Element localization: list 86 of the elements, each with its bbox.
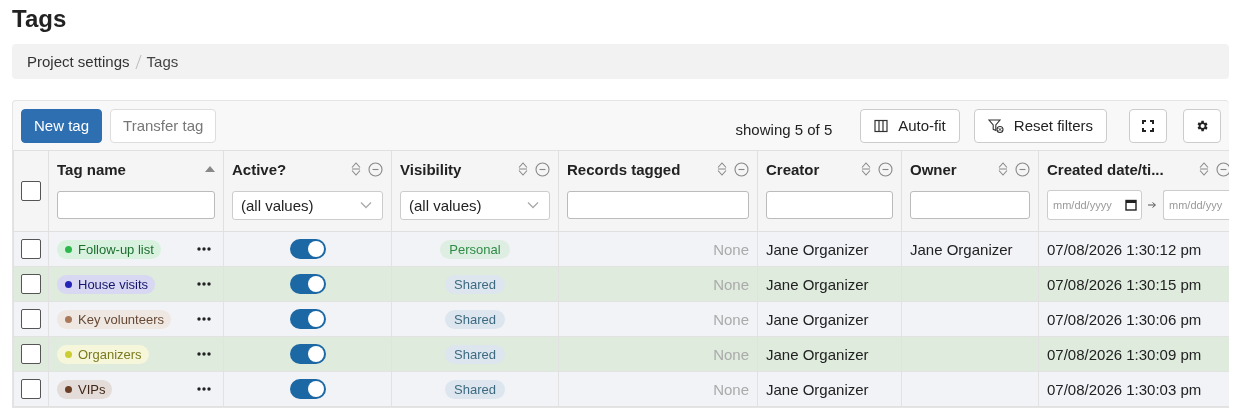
breadcrumb-link[interactable]: Project settings — [27, 53, 130, 70]
tag-chip[interactable]: Follow-up list — [57, 239, 161, 259]
visibility-badge: Shared — [445, 344, 505, 364]
page-title: Tags — [11, 4, 68, 34]
calendar-icon[interactable] — [1125, 199, 1137, 211]
table-cell: None — [713, 345, 749, 363]
sort-icon[interactable] — [1197, 161, 1210, 177]
row-count: showing 5 of 5 — [735, 121, 833, 138]
column-header[interactable]: Owner — [910, 160, 991, 178]
more-icon[interactable] — [197, 387, 211, 391]
hide-column-icon[interactable] — [1015, 161, 1030, 177]
more-icon[interactable] — [197, 352, 211, 356]
table-cell: Jane Organizer — [766, 380, 869, 398]
hide-column-icon[interactable] — [1215, 161, 1229, 177]
more-icon[interactable] — [197, 247, 211, 251]
secondary-button[interactable]: Transfer tag — [110, 108, 217, 143]
sort-ascending-icon[interactable] — [205, 166, 215, 172]
column-header[interactable]: Active? — [232, 160, 344, 178]
active-toggle[interactable] — [289, 379, 326, 399]
filter-field[interactable] — [766, 191, 893, 219]
primary-button[interactable]: New tag — [21, 108, 103, 143]
table-cell: 07/08/2026 1:30:06 pm — [1047, 310, 1202, 328]
chevron-down-icon — [360, 201, 372, 209]
table-cell: Jane Organizer — [766, 345, 869, 363]
filter-field[interactable] — [57, 191, 215, 219]
tag-chip[interactable]: Key volunteers — [57, 309, 171, 329]
active-toggle[interactable] — [289, 309, 326, 329]
table-cell: None — [713, 380, 749, 398]
visibility-badge: Shared — [445, 379, 505, 399]
table-cell: 07/08/2026 1:30:03 pm — [1047, 380, 1202, 398]
more-icon[interactable] — [197, 282, 211, 286]
settings-icon — [1195, 118, 1209, 133]
sort-icon[interactable] — [517, 161, 529, 177]
filter-field[interactable] — [910, 191, 1030, 219]
row-checkbox[interactable] — [21, 274, 41, 294]
reset-filters-button[interactable]: Reset filters — [973, 108, 1107, 143]
sort-icon[interactable] — [860, 161, 872, 177]
column-header[interactable]: Records tagged — [567, 160, 710, 178]
table-cell: Jane Organizer — [910, 240, 1013, 258]
visibility-badge: Personal — [440, 239, 510, 259]
table-cell: Jane Organizer — [766, 275, 869, 293]
column-header[interactable]: Tag name — [57, 160, 199, 178]
table-cell: None — [713, 310, 749, 328]
sort-icon[interactable] — [716, 161, 728, 177]
column-header[interactable]: Creator — [766, 160, 854, 178]
visibility-badge: Shared — [445, 274, 505, 294]
arrow-right-icon — [1148, 201, 1157, 209]
active-toggle[interactable] — [289, 274, 326, 294]
table-cell: 07/08/2026 1:30:12 pm — [1047, 240, 1202, 258]
tag-chip[interactable]: Organizers — [57, 344, 149, 364]
auto-fit-button[interactable]: Auto-fit — [860, 108, 960, 143]
table-cell: Jane Organizer — [766, 310, 869, 328]
filter-dropdown[interactable]: (all values) — [232, 190, 383, 220]
row-checkbox[interactable] — [21, 309, 41, 329]
column-header[interactable]: Visibility — [400, 160, 511, 178]
fullscreen-button[interactable] — [1129, 108, 1167, 143]
sort-icon[interactable] — [997, 161, 1009, 177]
table-cell: None — [713, 275, 749, 293]
breadcrumb-current[interactable]: Tags — [146, 53, 179, 70]
table-cell: None — [713, 240, 749, 258]
hide-column-icon[interactable] — [368, 161, 383, 177]
columns-icon — [874, 118, 889, 133]
sort-icon[interactable] — [350, 161, 362, 177]
table-cell: Jane Organizer — [766, 240, 869, 258]
hide-column-icon[interactable] — [734, 161, 749, 177]
table-cell: 07/08/2026 1:30:09 pm — [1047, 345, 1202, 363]
hide-column-icon[interactable] — [878, 161, 893, 177]
row-checkbox[interactable] — [21, 344, 41, 364]
tag-chip[interactable]: VIPs — [57, 379, 113, 399]
filter-dropdown[interactable]: (all values) — [400, 190, 550, 220]
more-icon[interactable] — [197, 317, 211, 321]
column-header[interactable]: Created date/ti... — [1047, 160, 1192, 178]
row-checkbox[interactable] — [21, 239, 41, 259]
settings-button[interactable] — [1183, 108, 1221, 143]
visibility-badge: Shared — [445, 309, 505, 329]
tag-chip[interactable]: House visits — [57, 274, 156, 294]
table-cell: 07/08/2026 1:30:15 pm — [1047, 275, 1202, 293]
filter-clear-icon — [987, 117, 1004, 134]
chevron-down-icon — [527, 201, 539, 209]
active-toggle[interactable] — [289, 344, 326, 364]
fullscreen-icon — [1142, 119, 1154, 132]
filter-field[interactable] — [567, 191, 749, 219]
active-toggle[interactable] — [289, 239, 326, 259]
row-checkbox[interactable] — [21, 379, 41, 399]
hide-column-icon[interactable] — [535, 161, 550, 177]
select-all-checkbox[interactable] — [21, 181, 41, 201]
